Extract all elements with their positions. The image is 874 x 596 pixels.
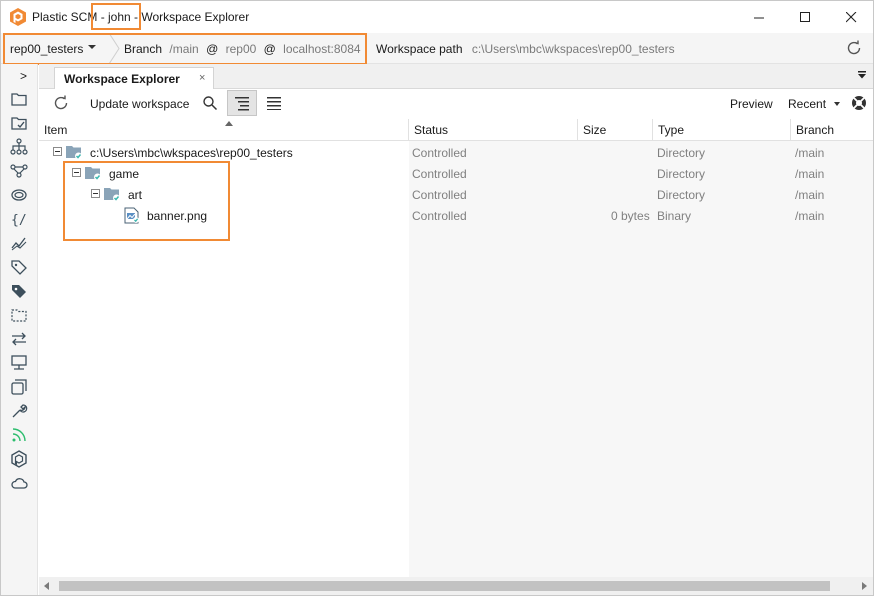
location-bar: rep00_testers Branch /main @ rep00 @ loc… [1, 33, 873, 65]
item-type: Directory [657, 188, 706, 202]
update-workspace-button[interactable]: Update workspace [90, 97, 189, 111]
item-type: Directory [657, 146, 706, 160]
controlled-folder-icon [66, 146, 82, 160]
maximize-icon [799, 11, 810, 22]
tab-workspace-explorer[interactable]: Workspace Explorer × [54, 67, 214, 90]
folder-icon[interactable] [10, 90, 28, 108]
help-lifebuoy-icon[interactable] [851, 95, 867, 111]
preview-button[interactable]: Preview [730, 97, 773, 111]
servers-icon[interactable] [10, 354, 28, 372]
scroll-left-icon[interactable] [44, 582, 49, 590]
tab-close-icon[interactable]: × [199, 72, 205, 84]
item-type: Directory [657, 167, 706, 181]
item-status: Controlled [412, 167, 467, 181]
plastic-scm-logo-icon [10, 8, 26, 26]
toolbar: Update workspace Preview Recent [39, 89, 873, 119]
tab-strip: Workspace Explorer × [39, 64, 873, 90]
sort-ascending-icon [225, 121, 233, 126]
title-app-name: Plastic SCM [32, 10, 98, 24]
recent-button[interactable]: Recent [788, 97, 826, 111]
plastic-logo-icon[interactable] [10, 450, 28, 468]
tab-label: Workspace Explorer [64, 72, 180, 86]
repositories-icon[interactable] [10, 186, 28, 204]
workspace-path: Workspace path c:\Users\mbc\wkspaces\rep… [376, 42, 675, 56]
column-header-size[interactable]: Size [578, 119, 653, 141]
column-label: Branch [796, 123, 835, 137]
left-sidebar: > {/} [1, 64, 38, 595]
app-window: Plastic SCM - john - Workspace Explorer … [0, 0, 874, 596]
cloud-icon[interactable] [10, 474, 28, 492]
maximize-button[interactable] [782, 1, 828, 33]
tree-view-toggle[interactable] [227, 90, 257, 116]
table-header: Item Status Size Type Branch [39, 119, 873, 141]
location-highlight-box [3, 33, 367, 65]
item-branch: /main [795, 209, 825, 223]
column-header-item[interactable]: Item [39, 119, 409, 141]
scroll-right-icon[interactable] [862, 582, 867, 590]
workspace-path-value: c:\Users\mbc\wkspaces\rep00_testers [471, 42, 675, 56]
close-button[interactable] [828, 1, 874, 33]
code-review-icon[interactable]: {/} [10, 210, 28, 228]
branch-explorer-icon[interactable] [10, 138, 28, 156]
attributes-icon[interactable] [10, 282, 28, 300]
tab-menu-icon[interactable] [858, 71, 867, 79]
item-status: Controlled [412, 146, 467, 160]
user-highlight-box [91, 3, 141, 30]
horizontal-scrollbar[interactable] [39, 577, 873, 595]
workspaces-icon[interactable] [10, 378, 28, 396]
refresh-icon[interactable] [53, 95, 69, 111]
live-feed-icon[interactable] [10, 426, 28, 444]
item-branch: /main [795, 167, 825, 181]
refresh-icon[interactable] [846, 40, 862, 56]
title-view: Workspace Explorer [141, 10, 250, 24]
tools-icon[interactable] [10, 402, 28, 420]
subtree-highlight-box [63, 161, 230, 241]
minimize-button[interactable] [736, 1, 782, 33]
sync-icon[interactable] [10, 330, 28, 348]
item-branch: /main [795, 188, 825, 202]
pending-changes-icon[interactable] [10, 114, 28, 132]
tree-view-icon [235, 97, 249, 111]
item-size: 0 bytes [611, 209, 650, 223]
search-icon[interactable] [202, 95, 218, 111]
column-header-branch[interactable]: Branch [791, 119, 873, 141]
chevron-down-icon[interactable] [834, 102, 840, 106]
column-header-type[interactable]: Type [653, 119, 791, 141]
column-header-status[interactable]: Status [409, 119, 578, 141]
branches-icon[interactable] [10, 162, 28, 180]
table-row[interactable]: c:\Users\mbc\wkspaces\rep00_testers Cont… [39, 142, 873, 163]
item-name: c:\Users\mbc\wkspaces\rep00_testers [90, 146, 293, 160]
column-label: Status [414, 123, 449, 137]
scrollbar-thumb[interactable] [59, 581, 830, 591]
item-branch: /main [795, 146, 825, 160]
collapse-icon[interactable] [53, 147, 62, 156]
labels-icon[interactable] [10, 258, 28, 276]
svg-text:{/}: {/} [11, 213, 28, 228]
list-view-icon[interactable] [267, 96, 281, 110]
column-label: Type [658, 123, 685, 137]
item-status: Controlled [412, 209, 467, 223]
title-bar[interactable]: Plastic SCM - john - Workspace Explorer [1, 1, 873, 33]
workspace-tree: c:\Users\mbc\wkspaces\rep00_testers Cont… [39, 141, 873, 577]
expand-sidebar-button[interactable]: > [20, 69, 27, 83]
column-label: Size [583, 123, 607, 137]
close-icon [845, 11, 856, 22]
item-type: Binary [657, 209, 692, 223]
item-status: Controlled [412, 188, 467, 202]
minimize-icon [753, 17, 764, 18]
column-label: Item [44, 123, 68, 137]
workspace-path-label: Workspace path [376, 42, 463, 56]
shelves-icon[interactable] [10, 306, 28, 324]
changesets-icon[interactable] [10, 234, 28, 252]
